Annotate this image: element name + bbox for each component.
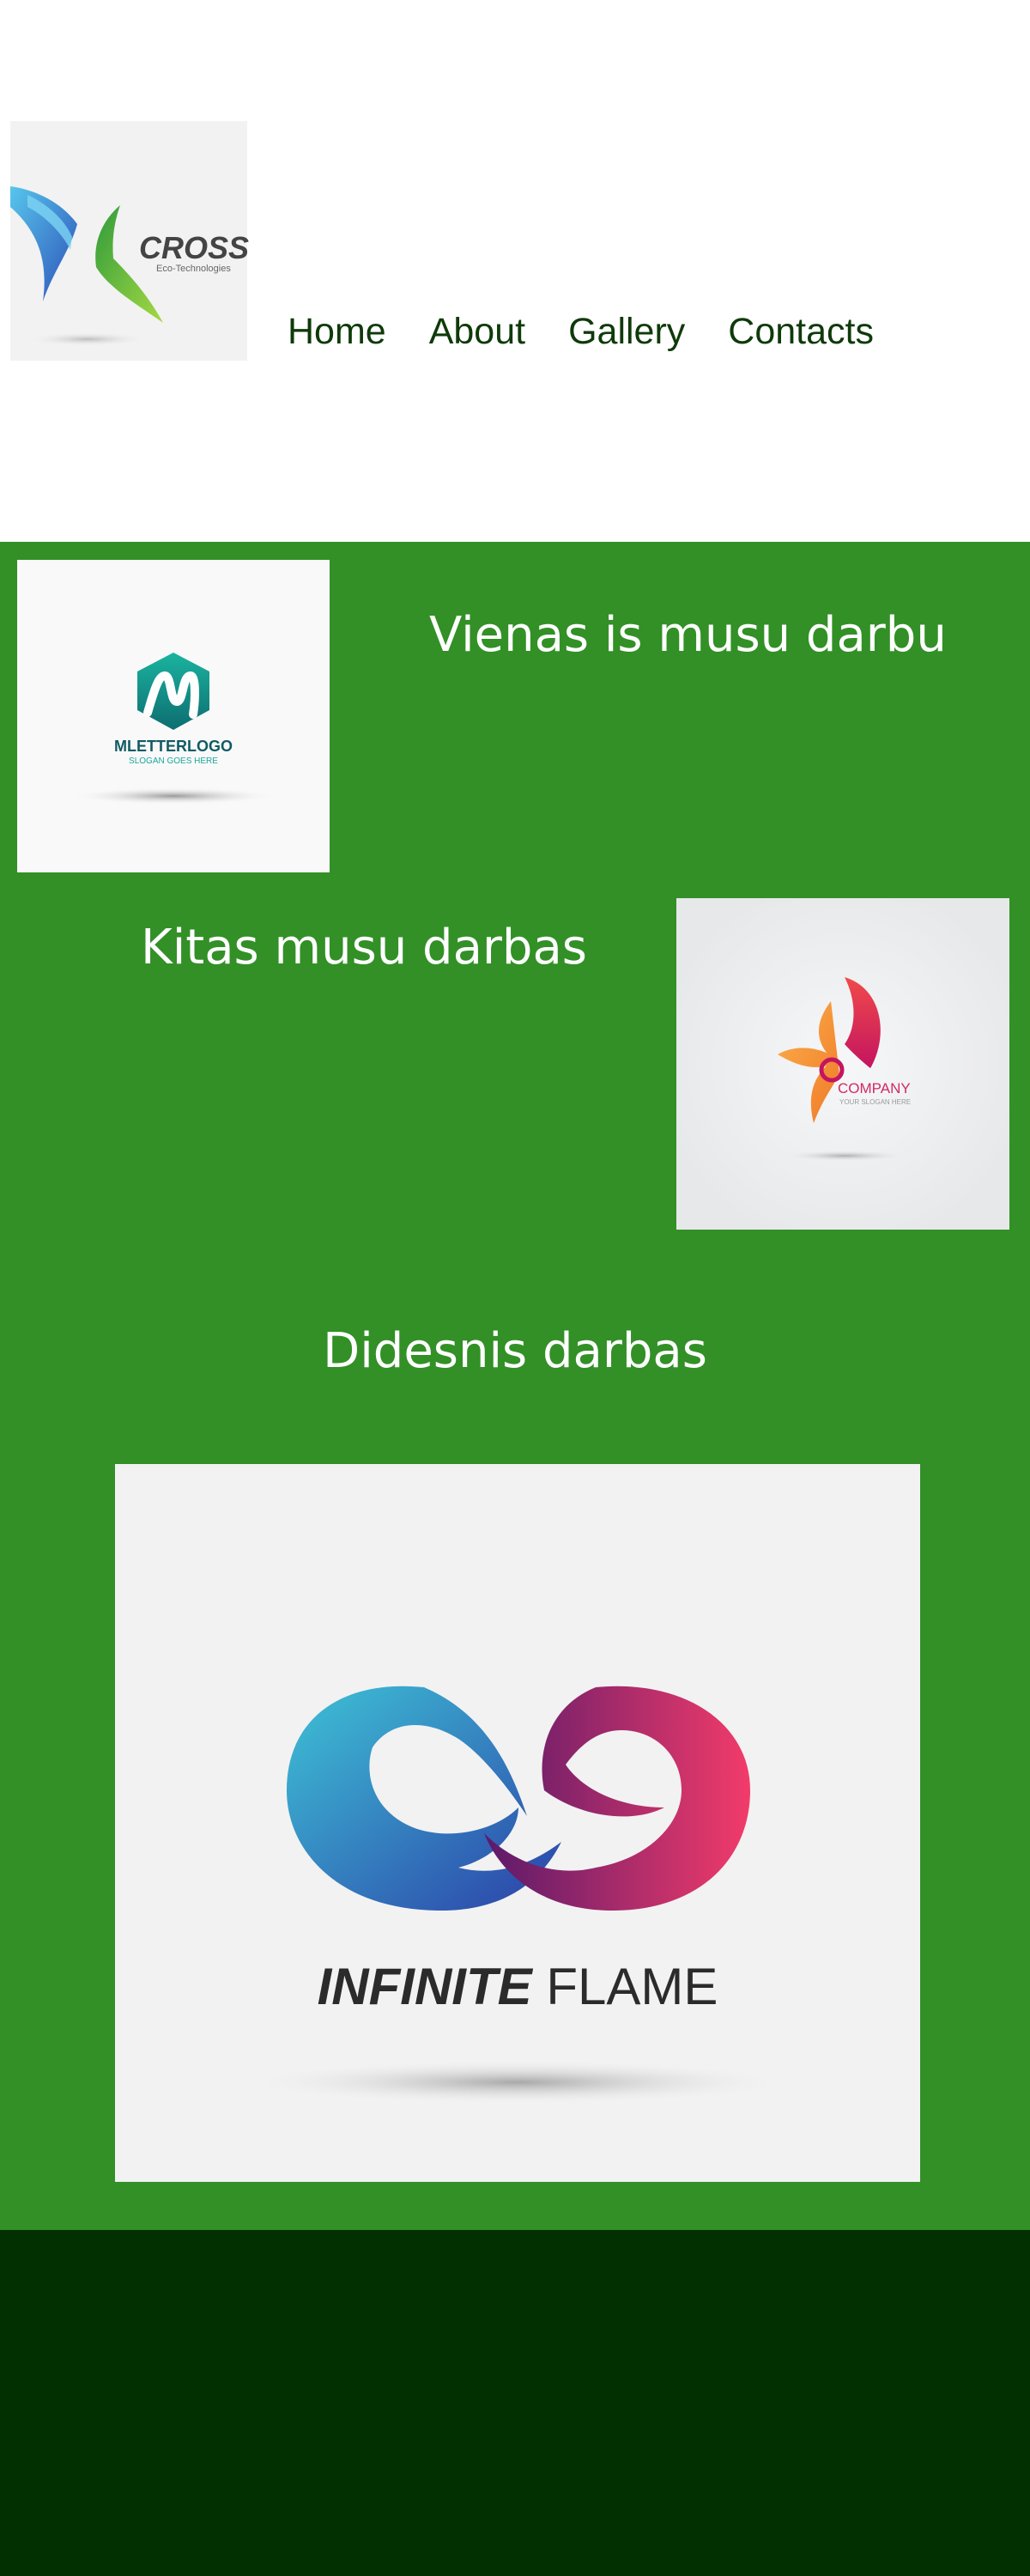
- nav-home-link[interactable]: Home: [288, 306, 386, 357]
- works-section: MLETTERLOGO SLOGAN GOES HERE Vienas is m…: [0, 542, 1030, 2230]
- mletter-logo-graphic: [70, 653, 276, 805]
- infinite-flame-brand-bold: INFINITE: [317, 1958, 532, 2015]
- work-image-mletterlogo[interactable]: MLETTERLOGO SLOGAN GOES HERE: [17, 560, 330, 872]
- infinite-flame-wordmark: INFINITE FLAME: [115, 1957, 920, 2016]
- mletter-slogan: SLOGAN GOES HERE: [129, 756, 218, 766]
- company-slogan: YOUR SLOGAN HERE: [839, 1098, 912, 1106]
- work-title-1: Vienas is musu darbu: [429, 607, 947, 663]
- nav-gallery-link[interactable]: Gallery: [568, 306, 685, 357]
- infinite-flame-brand-light: FLAME: [546, 1958, 718, 2015]
- work-image-company[interactable]: COMPANY YOUR SLOGAN HERE: [676, 898, 1009, 1230]
- work-title-3: Didesnis darbas: [323, 1323, 707, 1379]
- work-image-infinite-flame[interactable]: INFINITE FLAME: [115, 1464, 920, 2182]
- site-header: CROSS Eco-Technologies Home About Galler…: [0, 0, 1030, 542]
- nav-about-link[interactable]: About: [429, 306, 525, 357]
- nav-contacts-link[interactable]: Contacts: [728, 306, 874, 357]
- logo-tagline: Eco-Technologies: [156, 264, 231, 274]
- logo-name: CROSS: [139, 230, 250, 265]
- mletter-brand: MLETTERLOGO: [114, 738, 233, 755]
- infinite-flame-logo-graphic: [243, 1686, 792, 2105]
- work-title-2: Kitas musu darbas: [141, 920, 587, 975]
- cross-logo[interactable]: CROSS Eco-Technologies: [10, 121, 250, 361]
- company-brand: COMPANY: [838, 1080, 911, 1097]
- company-flame-logo-graphic: [778, 977, 905, 1161]
- site-footer: [0, 2230, 1030, 2576]
- main-nav: Home About Gallery Contacts: [288, 306, 874, 357]
